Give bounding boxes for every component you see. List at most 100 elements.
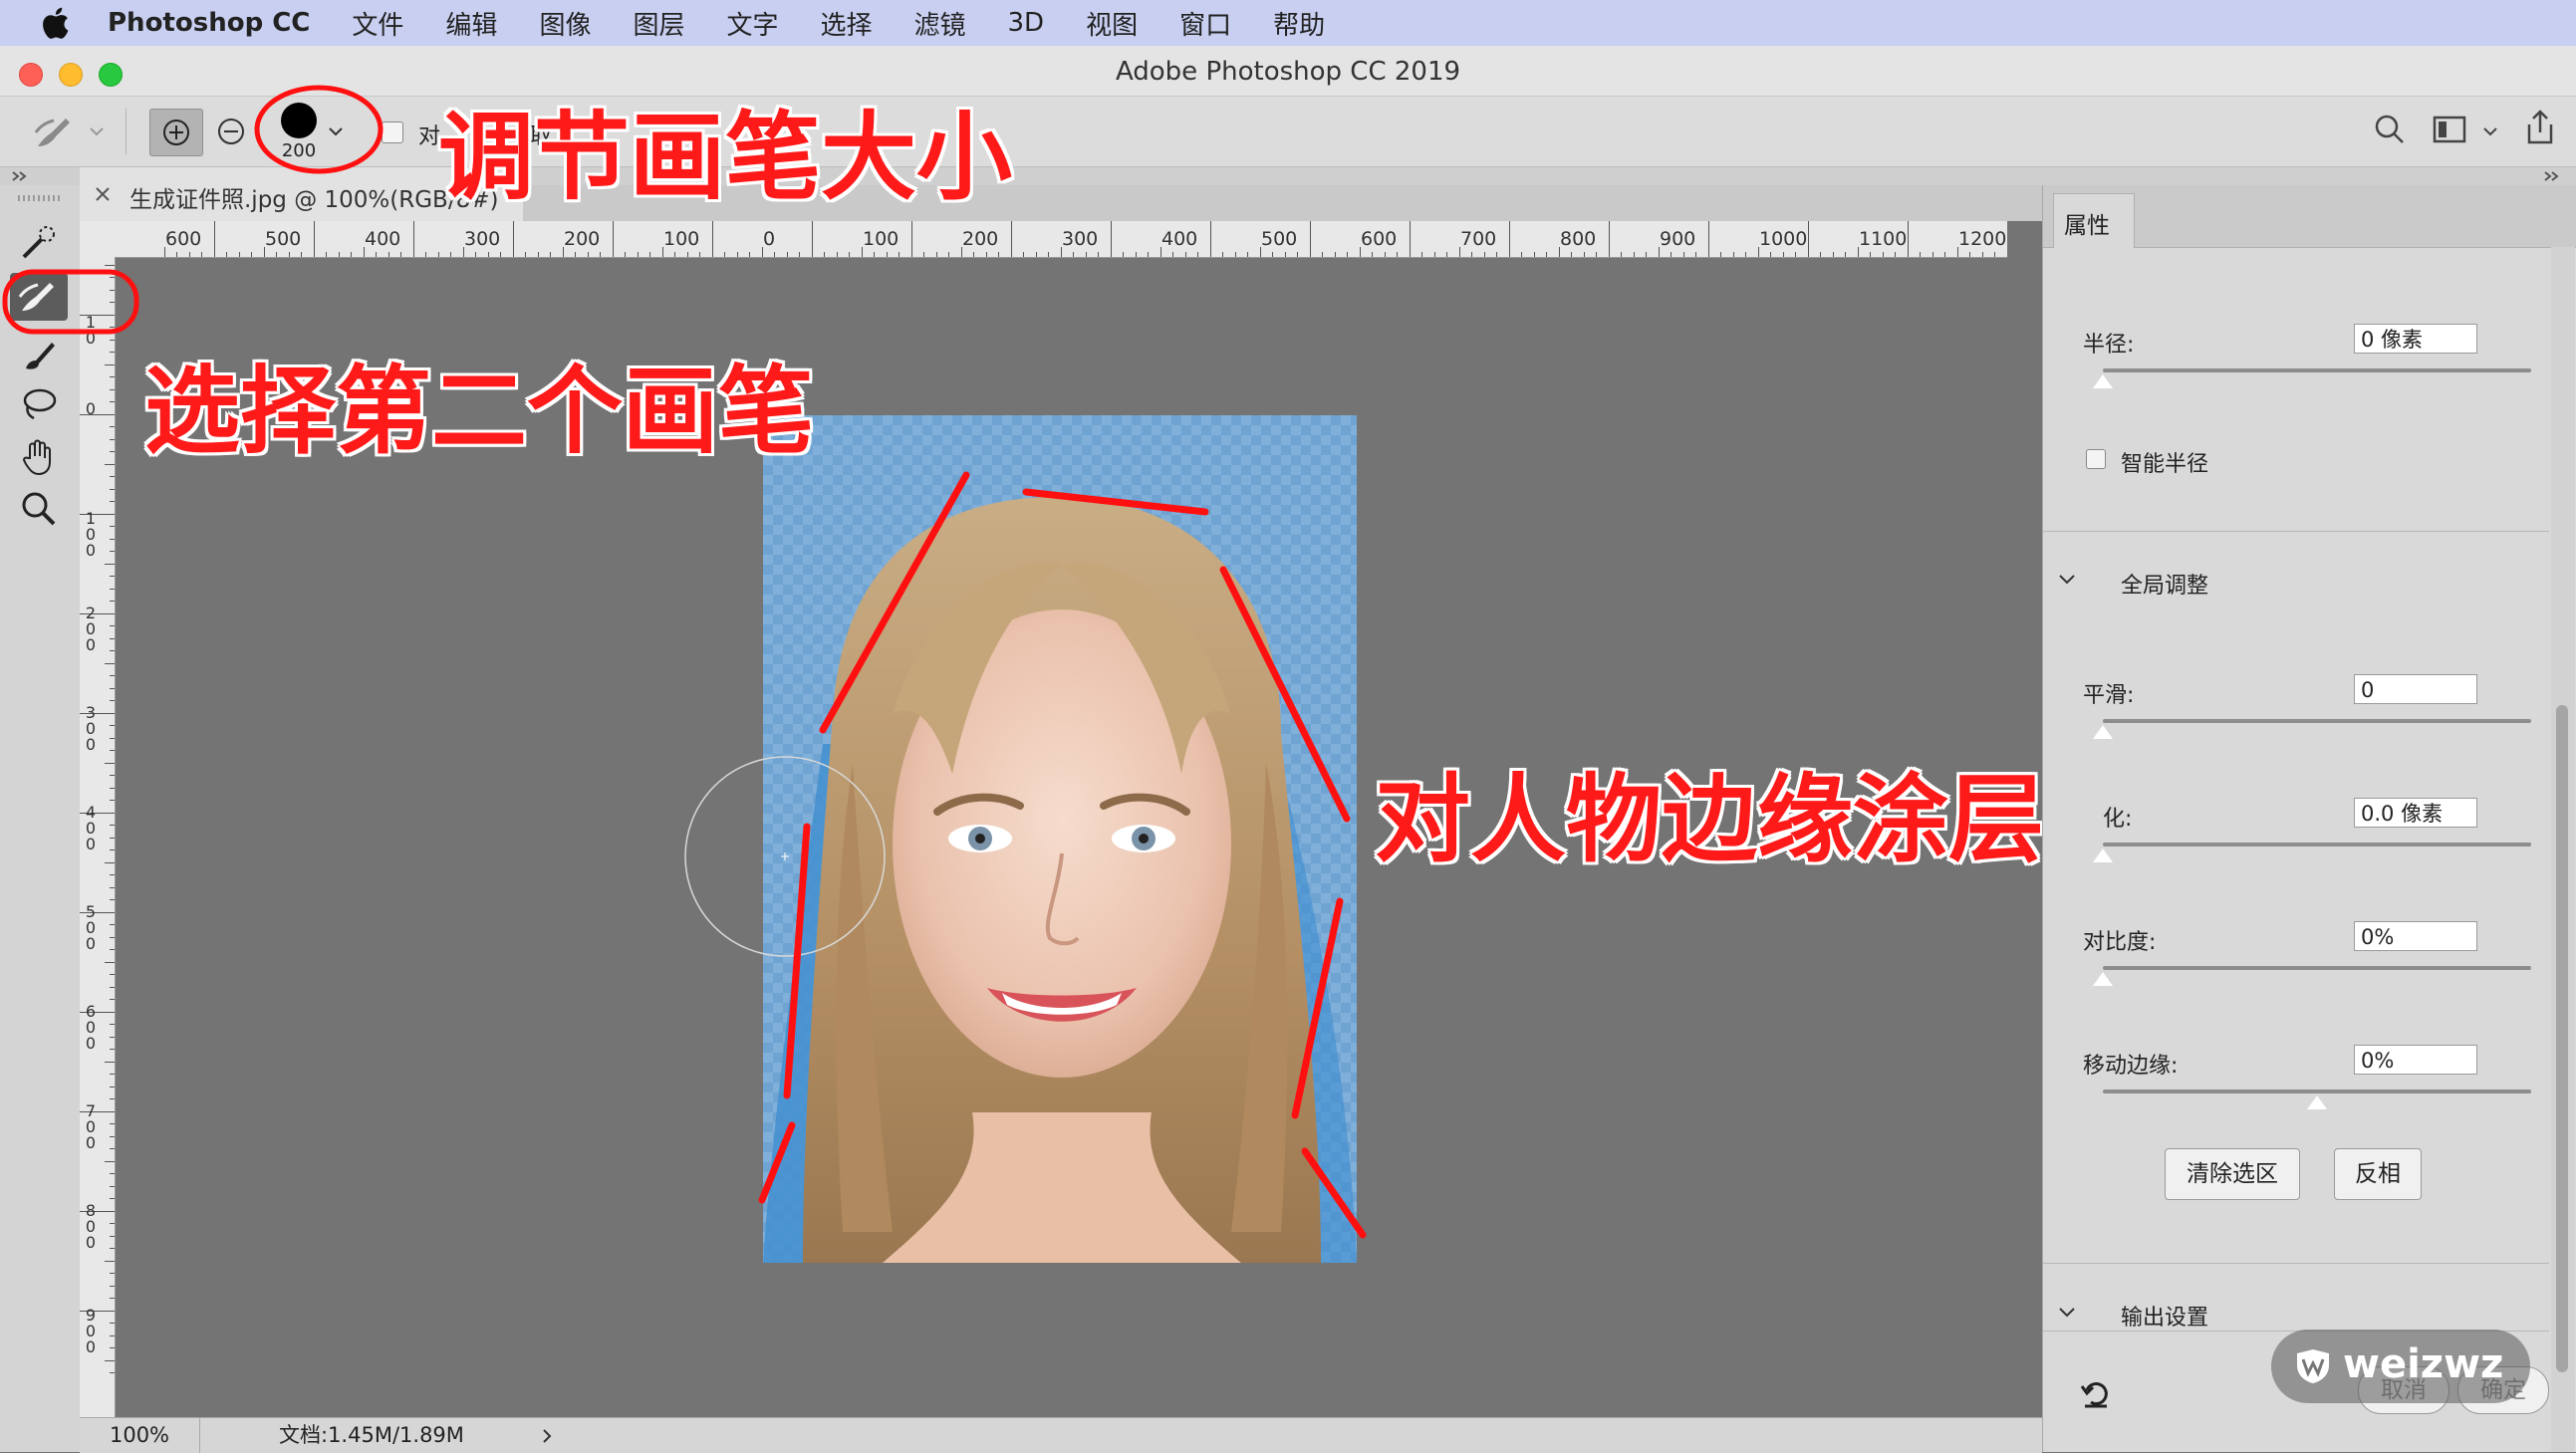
horizontal-ruler-label: 300 xyxy=(1062,228,1099,250)
window-title: Adobe Photoshop CC 2019 xyxy=(1115,57,1461,87)
smooth-slider-thumb[interactable] xyxy=(2092,724,2114,740)
menu-help[interactable]: 帮助 xyxy=(1273,5,1325,42)
feather-slider-track[interactable] xyxy=(2103,843,2531,847)
close-tab-icon[interactable] xyxy=(94,185,112,203)
radius-slider-thumb[interactable] xyxy=(2092,373,2114,389)
vertical-ruler-label: 5 0 0 xyxy=(85,902,97,953)
properties-panel: 属性 半径: 0 像素 智能半径 全局调整 平滑: 0 化: 0.0 像素 对比… xyxy=(2042,185,2576,1452)
vertical-ruler-label: 2 0 0 xyxy=(85,604,97,654)
menu-file[interactable]: 文件 xyxy=(352,5,403,42)
shift-edge-slider-thumb[interactable] xyxy=(2306,1094,2328,1110)
horizontal-ruler-label: 1100 xyxy=(1859,228,1908,250)
smart-radius-label: 智能半径 xyxy=(2121,452,2209,477)
section-divider xyxy=(2043,531,2549,532)
panel-scrollbar[interactable] xyxy=(2551,247,2575,1452)
watermark-text: weizwz xyxy=(2343,1341,2504,1387)
refine-edge-brush-preset-icon[interactable] xyxy=(32,111,76,152)
share-icon[interactable] xyxy=(2523,109,2557,146)
status-chevron-right-icon[interactable] xyxy=(540,1428,554,1444)
feather-slider-thumb[interactable] xyxy=(2092,848,2114,863)
horizontal-ruler-label: 500 xyxy=(265,228,302,250)
horizontal-ruler-label: 1000 xyxy=(1759,228,1808,250)
annotation-paint-edges: 对人物边缘涂层 xyxy=(1375,764,2044,875)
horizontal-ruler-label: 700 xyxy=(1460,228,1497,250)
divider xyxy=(126,109,127,154)
document-info[interactable]: 文档:1.45M/1.89M xyxy=(279,1418,464,1453)
smart-radius-checkbox[interactable] xyxy=(2086,449,2106,469)
quick-selection-tool-icon[interactable] xyxy=(18,223,60,263)
checkbox-label-1: 对 xyxy=(418,124,441,149)
radius-slider-track[interactable] xyxy=(2103,368,2531,372)
subtract-from-selection-icon[interactable] xyxy=(213,114,249,149)
zoom-tool-icon[interactable] xyxy=(18,488,60,530)
preset-chevron-down-icon[interactable] xyxy=(88,122,106,140)
brush-size-value: 200 xyxy=(281,140,317,161)
zoom-level[interactable]: 100% xyxy=(80,1418,200,1453)
vertical-ruler-label: 3 0 0 xyxy=(85,703,97,754)
vertical-ruler-label: 6 0 0 xyxy=(85,1002,97,1053)
menu-select[interactable]: 选择 xyxy=(820,5,872,42)
smooth-slider-track[interactable] xyxy=(2103,719,2531,723)
vertical-ruler[interactable]: 1 0 0 1 0 0 2 0 0 3 0 0 4 0 0 5 0 0 6 0 0 7 0 0 8… xyxy=(80,257,116,1417)
vertical-ruler-label: 1 0 xyxy=(85,313,97,348)
vertical-ruler-label: 0 xyxy=(85,399,97,418)
clear-selection-button[interactable]: 清除选区 xyxy=(2165,1148,2300,1200)
brush-tip-preview xyxy=(281,103,317,138)
workspace-chevron-down-icon[interactable] xyxy=(2481,122,2499,140)
horizontal-ruler-label: 200 xyxy=(564,228,601,250)
output-settings-heading[interactable]: 输出设置 xyxy=(2121,1300,2208,1332)
expand-toolbar-chevrons-icon[interactable] xyxy=(10,169,30,183)
menu-window[interactable]: 窗口 xyxy=(1179,5,1231,42)
smooth-input[interactable]: 0 xyxy=(2354,674,2477,704)
contrast-input[interactable]: 0% xyxy=(2354,921,2477,951)
collapse-panels-chevrons-icon[interactable] xyxy=(2542,169,2562,183)
reset-icon[interactable] xyxy=(2079,1376,2113,1410)
global-adjust-heading[interactable]: 全局调整 xyxy=(2121,568,2208,600)
options-bar: 200 对 取 xyxy=(0,97,2576,167)
invert-button[interactable]: 反相 xyxy=(2334,1148,2422,1200)
menu-edit[interactable]: 编辑 xyxy=(445,5,497,42)
horizontal-ruler[interactable]: 600 500 400 300 200 100 0 100 200 300 400 500 600 700… xyxy=(115,221,2007,258)
menu-layer[interactable]: 图层 xyxy=(633,5,684,42)
tab-properties[interactable]: 属性 xyxy=(2053,193,2135,248)
menu-3d[interactable]: 3D xyxy=(1008,8,1045,38)
add-to-selection-button[interactable] xyxy=(149,109,203,156)
brush-tool-icon[interactable] xyxy=(18,335,60,374)
menu-view[interactable]: 视图 xyxy=(1086,5,1138,42)
workspace-layout-icon[interactable] xyxy=(2433,115,2466,144)
menu-image[interactable]: 图像 xyxy=(539,5,591,42)
global-adjust-chevron-down-icon[interactable] xyxy=(2057,572,2077,588)
brush-size-picker[interactable]: 200 xyxy=(276,103,326,161)
annotation-select-second-brush: 选择第二个画笔 xyxy=(144,356,814,467)
horizontal-ruler-label: 400 xyxy=(1161,228,1198,250)
feather-input[interactable]: 0.0 像素 xyxy=(2354,798,2477,828)
search-icon[interactable] xyxy=(2373,113,2407,146)
menu-type[interactable]: 文字 xyxy=(726,5,778,42)
shift-edge-input[interactable]: 0% xyxy=(2354,1045,2477,1075)
refine-edge-brush-tool-button[interactable] xyxy=(10,273,68,321)
contrast-slider-track[interactable] xyxy=(2103,966,2531,970)
vertical-ruler-label: 7 0 0 xyxy=(85,1101,97,1152)
horizontal-ruler-label: 800 xyxy=(1560,228,1597,250)
shift-edge-slider-track[interactable] xyxy=(2103,1090,2531,1093)
horizontal-ruler-label: 0 xyxy=(763,228,776,250)
toolbar-grip xyxy=(18,195,62,201)
menu-app-name[interactable]: Photoshop CC xyxy=(108,8,310,38)
horizontal-ruler-label: 100 xyxy=(863,228,900,250)
radius-label: 半径: xyxy=(2083,333,2135,358)
brush-size-chevron-down-icon[interactable] xyxy=(327,122,345,140)
horizontal-ruler-label: 400 xyxy=(365,228,401,250)
smooth-label: 平滑: xyxy=(2083,683,2135,708)
horizontal-ruler-label: 300 xyxy=(464,228,501,250)
ruler-origin[interactable] xyxy=(80,221,116,258)
lasso-tool-icon[interactable] xyxy=(18,384,60,424)
sample-all-layers-checkbox[interactable] xyxy=(382,121,403,143)
panel-scrollbar-thumb[interactable] xyxy=(2556,705,2568,1372)
contrast-slider-thumb[interactable] xyxy=(2092,971,2114,987)
output-settings-chevron-down-icon[interactable] xyxy=(2057,1305,2077,1321)
radius-input[interactable]: 0 像素 xyxy=(2354,324,2477,354)
menu-filter[interactable]: 滤镜 xyxy=(914,5,966,42)
hand-tool-icon[interactable] xyxy=(18,436,60,478)
apple-logo-icon[interactable] xyxy=(40,6,70,40)
horizontal-ruler-label: 500 xyxy=(1261,228,1298,250)
